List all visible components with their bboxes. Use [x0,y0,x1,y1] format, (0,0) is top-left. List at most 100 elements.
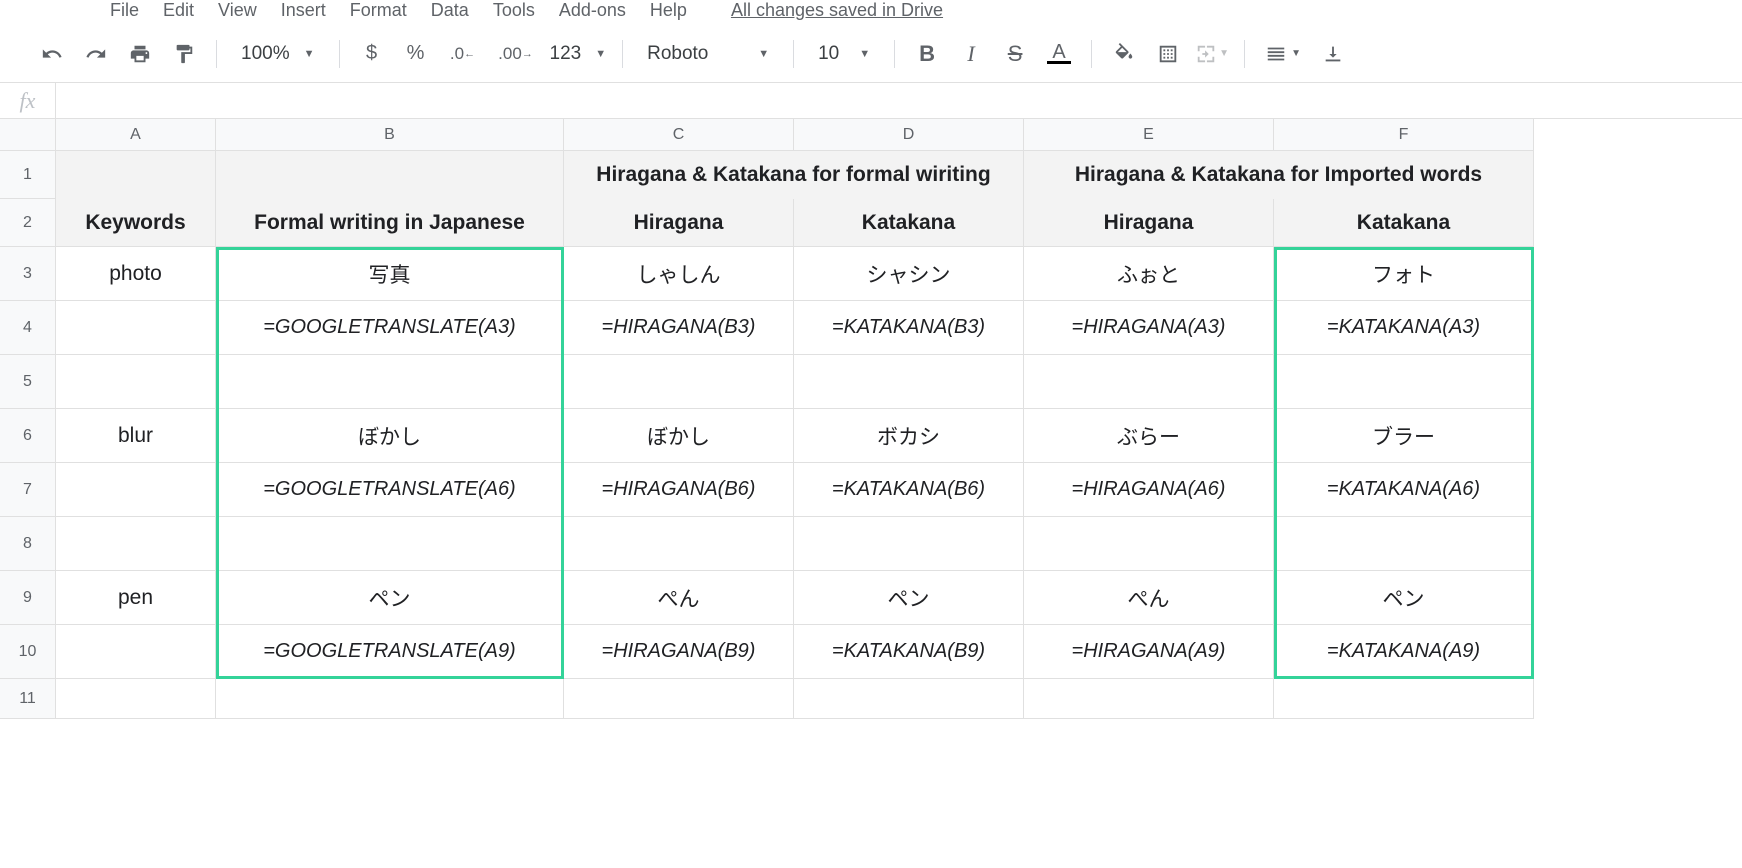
cell-e5[interactable] [1024,355,1274,409]
more-formats-dropdown[interactable]: 123 ▼ [544,43,613,65]
cell-b5[interactable] [216,355,564,409]
undo-button[interactable] [34,36,70,72]
merge-cells-button[interactable]: ▼ [1194,36,1230,72]
row-header-3[interactable]: 3 [0,247,56,301]
cell-a5[interactable] [56,355,216,409]
menu-format[interactable]: Format [350,0,407,21]
cell-c4[interactable]: =HIRAGANA(B3) [564,301,794,355]
menu-view[interactable]: View [218,0,257,21]
cell-d6[interactable]: ボカシ [794,409,1024,463]
menu-insert[interactable]: Insert [281,0,326,21]
col-header-f[interactable]: F [1274,119,1534,151]
cell-f9[interactable]: ペン [1274,571,1534,625]
col-header-e[interactable]: E [1024,119,1274,151]
row-header-11[interactable]: 11 [0,679,56,719]
row-header-5[interactable]: 5 [0,355,56,409]
cell-e11[interactable] [1024,679,1274,719]
cell-f6[interactable]: ブラー [1274,409,1534,463]
cell-c8[interactable] [564,517,794,571]
fill-color-button[interactable] [1106,36,1142,72]
cell-b10[interactable]: =GOOGLETRANSLATE(A9) [216,625,564,679]
cell-b7[interactable]: =GOOGLETRANSLATE(A6) [216,463,564,517]
cell-c11[interactable] [564,679,794,719]
row-header-4[interactable]: 4 [0,301,56,355]
cell-e10[interactable]: =HIRAGANA(A9) [1024,625,1274,679]
cell-e3[interactable]: ふぉと [1024,247,1274,301]
cell-a8[interactable] [56,517,216,571]
cell-f5[interactable] [1274,355,1534,409]
italic-button[interactable]: I [953,36,989,72]
cell-f8[interactable] [1274,517,1534,571]
zoom-dropdown[interactable]: 100% ▼ [227,43,329,65]
cell-e8[interactable] [1024,517,1274,571]
cell-d8[interactable] [794,517,1024,571]
cell-e6[interactable]: ぶらー [1024,409,1274,463]
menu-help[interactable]: Help [650,0,687,21]
cell-a3[interactable]: photo [56,247,216,301]
cell-f2[interactable]: Katakana [1274,199,1534,247]
cell-d3[interactable]: シャシン [794,247,1024,301]
row-header-10[interactable]: 10 [0,625,56,679]
menu-tools[interactable]: Tools [493,0,535,21]
cell-c2[interactable]: Hiragana [564,199,794,247]
redo-button[interactable] [78,36,114,72]
cell-b2[interactable]: Formal writing in Japanese [216,199,564,247]
cell-b1[interactable] [216,151,564,199]
row-header-6[interactable]: 6 [0,409,56,463]
col-header-a[interactable]: A [56,119,216,151]
row-header-1[interactable]: 1 [0,151,56,199]
cell-a4[interactable] [56,301,216,355]
cell-e1-f1[interactable]: Hiragana & Katakana for Imported words [1024,151,1534,199]
cell-e4[interactable]: =HIRAGANA(A3) [1024,301,1274,355]
cell-f11[interactable] [1274,679,1534,719]
cell-d2[interactable]: Katakana [794,199,1024,247]
menu-addons[interactable]: Add-ons [559,0,626,21]
cell-e7[interactable]: =HIRAGANA(A6) [1024,463,1274,517]
cell-a6[interactable]: blur [56,409,216,463]
menu-file[interactable]: File [110,0,139,21]
cell-f3[interactable]: フォト [1274,247,1534,301]
col-header-d[interactable]: D [794,119,1024,151]
menu-data[interactable]: Data [431,0,469,21]
cell-d5[interactable] [794,355,1024,409]
paint-format-button[interactable] [166,36,202,72]
col-header-c[interactable]: C [564,119,794,151]
cell-c10[interactable]: =HIRAGANA(B9) [564,625,794,679]
decrease-decimal-button[interactable]: .0← [442,36,484,72]
cell-c7[interactable]: =HIRAGANA(B6) [564,463,794,517]
borders-button[interactable] [1150,36,1186,72]
text-color-button[interactable]: A [1041,36,1077,72]
cell-b8[interactable] [216,517,564,571]
increase-decimal-button[interactable]: .00→ [492,36,540,72]
menu-edit[interactable]: Edit [163,0,194,21]
cell-f10[interactable]: =KATAKANA(A9) [1274,625,1534,679]
print-button[interactable] [122,36,158,72]
cell-c9[interactable]: ぺん [564,571,794,625]
select-all-corner[interactable] [0,119,56,151]
bold-button[interactable]: B [909,36,945,72]
cell-d11[interactable] [794,679,1024,719]
cell-a7[interactable] [56,463,216,517]
save-status[interactable]: All changes saved in Drive [731,0,943,21]
cell-b9[interactable]: ペン [216,571,564,625]
cell-a1[interactable] [56,151,216,199]
cell-d4[interactable]: =KATAKANA(B3) [794,301,1024,355]
cell-a11[interactable] [56,679,216,719]
cell-f7[interactable]: =KATAKANA(A6) [1274,463,1534,517]
row-header-9[interactable]: 9 [0,571,56,625]
cell-a2[interactable]: Keywords [56,199,216,247]
cell-c6[interactable]: ぼかし [564,409,794,463]
font-dropdown[interactable]: Roboto ▼ [633,43,783,65]
percent-button[interactable]: % [398,36,434,72]
currency-button[interactable]: $ [354,36,390,72]
vertical-align-button[interactable] [1315,36,1351,72]
cell-b6[interactable]: ぼかし [216,409,564,463]
cell-a9[interactable]: pen [56,571,216,625]
formula-input[interactable] [56,83,1742,118]
row-header-7[interactable]: 7 [0,463,56,517]
row-header-2[interactable]: 2 [0,199,56,247]
cell-f4[interactable]: =KATAKANA(A3) [1274,301,1534,355]
cell-c5[interactable] [564,355,794,409]
cell-b11[interactable] [216,679,564,719]
cell-a10[interactable] [56,625,216,679]
